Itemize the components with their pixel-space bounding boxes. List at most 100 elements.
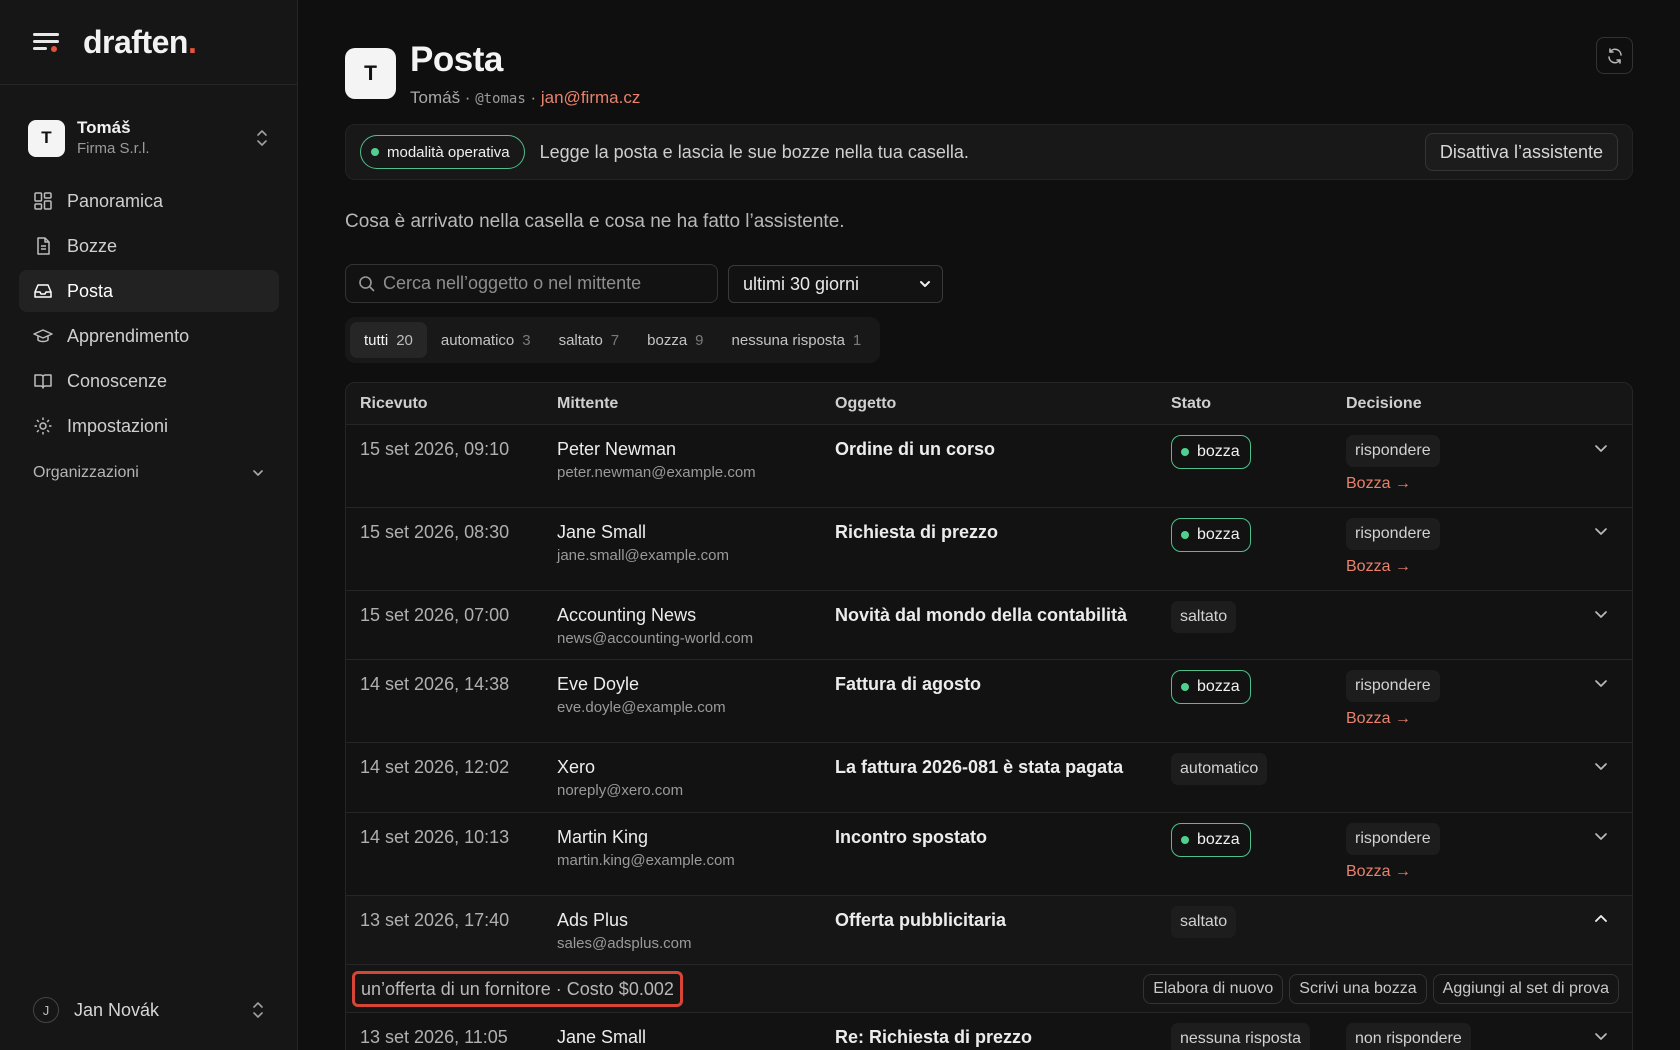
header-handle: @tomas xyxy=(475,91,526,107)
column-mittente[interactable]: Mittente xyxy=(557,395,618,413)
chevron-down-icon[interactable] xyxy=(1592,674,1610,692)
draft-link[interactable]: Bozza → xyxy=(1346,710,1411,728)
sidebar-item-label: Bozze xyxy=(67,235,118,256)
sender-name: Eve Doyle xyxy=(557,674,640,694)
header-subtitle: Tomáš · @tomas · jan@firma.cz xyxy=(410,88,641,107)
sender-name: Peter Newman xyxy=(557,439,677,459)
received-date: 15 set 2026, 08:30 xyxy=(360,522,510,542)
status-filter-tabs: tutti 20 automatico 3 saltato 7 bozza 9 ness… xyxy=(345,317,881,363)
received-date: 15 set 2026, 09:10 xyxy=(360,439,510,459)
table-row[interactable]: 15 set 2026, 07:00 Accounting News news@… xyxy=(346,591,1632,660)
tab-saltato[interactable]: saltato 7 xyxy=(545,322,634,358)
sender-name: Xero xyxy=(557,757,596,777)
header-name: Tomáš xyxy=(410,88,461,107)
sidebar-item-impostazioni[interactable]: Impostazioni xyxy=(19,405,279,447)
sidebar-nav: Panoramica Bozze Posta Apprendimento Con… xyxy=(19,180,279,450)
chevron-down-icon[interactable] xyxy=(1592,757,1610,775)
sidebar-header: draften. xyxy=(0,0,297,85)
table-row[interactable]: 13 set 2026, 11:05 Jane Small Re: Richie… xyxy=(346,1013,1632,1050)
table-row[interactable]: 14 set 2026, 12:02 Xero noreply@xero.com… xyxy=(346,743,1632,813)
search-input[interactable] xyxy=(383,273,717,294)
chevron-down-icon[interactable] xyxy=(1592,827,1610,845)
banner-text: Legge la posta e lascia le sue bozze nel… xyxy=(539,141,969,162)
tab-nessuna-risposta[interactable]: nessuna risposta 1 xyxy=(718,322,876,358)
sidebar-item-panoramica[interactable]: Panoramica xyxy=(19,180,279,222)
chevron-down-icon[interactable] xyxy=(1592,605,1610,623)
status-badge: saltato xyxy=(1171,601,1237,633)
draft-link[interactable]: Bozza → xyxy=(1346,558,1411,576)
column-decisione[interactable]: Decisione xyxy=(1346,395,1422,413)
sidebar-item-label: Posta xyxy=(67,280,114,301)
logo[interactable]: draften. xyxy=(83,24,197,61)
sidebar-item-label: Apprendimento xyxy=(67,325,190,346)
add-to-test-set-button[interactable]: Aggiungi al set di prova xyxy=(1432,974,1619,1004)
sender-email: jane.small@example.com xyxy=(557,547,729,564)
sender-email: noreply@xero.com xyxy=(557,782,684,799)
received-date: 13 set 2026, 17:40 xyxy=(360,910,510,930)
assistant-banner: modalità operativa Legge la posta e lasc… xyxy=(345,124,1633,180)
classification-summary: un’offerta di un fornitore · Costo $0.00… xyxy=(352,971,683,1007)
tab-tutti[interactable]: tutti 20 xyxy=(350,322,427,358)
dashboard-icon xyxy=(34,192,52,210)
header-email[interactable]: jan@firma.cz xyxy=(541,88,640,107)
sender-email: news@accounting-world.com xyxy=(557,630,754,647)
period-select[interactable]: ultimi 30 giorni xyxy=(728,265,943,303)
sender-name: Accounting News xyxy=(557,605,697,625)
sidebar-item-label: Conoscenze xyxy=(67,370,168,391)
gear-icon xyxy=(34,417,52,435)
table-row[interactable]: 14 set 2026, 14:38 Eve Doyle eve.doyle@e… xyxy=(346,660,1632,743)
tab-automatico[interactable]: automatico 3 xyxy=(427,322,545,358)
sender-name: Ads Plus xyxy=(557,910,629,930)
column-ricevuto[interactable]: Ricevuto xyxy=(360,395,428,413)
sidebar-item-posta[interactable]: Posta xyxy=(19,270,279,312)
decision-tag: rispondere xyxy=(1346,435,1440,467)
chevron-down-icon xyxy=(920,281,930,287)
account-org: Firma S.r.l. xyxy=(77,140,150,157)
write-draft-button[interactable]: Scrivi una bozza xyxy=(1289,974,1427,1004)
table-header: Ricevuto Mittente Oggetto Stato Decision… xyxy=(346,383,1632,425)
disable-assistant-button[interactable]: Disattiva l’assistente xyxy=(1424,133,1618,171)
draft-link[interactable]: Bozza → xyxy=(1346,863,1411,881)
table-row-expanded[interactable]: 13 set 2026, 17:40 Ads Plus sales@adsplu… xyxy=(346,896,1632,965)
header-avatar: T xyxy=(345,48,396,99)
chevron-down-icon[interactable] xyxy=(1592,1027,1610,1045)
column-stato[interactable]: Stato xyxy=(1171,395,1211,413)
table-row[interactable]: 14 set 2026, 10:13 Martin King martin.ki… xyxy=(346,813,1632,896)
mail-table: Ricevuto Mittente Oggetto Stato Decision… xyxy=(345,382,1633,1050)
tab-bozza[interactable]: bozza 9 xyxy=(633,322,717,358)
document-icon xyxy=(37,237,50,255)
sidebar-item-apprendimento[interactable]: Apprendimento xyxy=(19,315,279,357)
chevron-down-icon[interactable] xyxy=(1592,522,1610,540)
sidebar-item-conoscenze[interactable]: Conoscenze xyxy=(19,360,279,402)
status-badge: bozza xyxy=(1171,435,1251,469)
status-badge: saltato xyxy=(1171,906,1237,938)
table-row[interactable]: 15 set 2026, 08:30 Jane Small jane.small… xyxy=(346,508,1632,591)
subject: Offerta pubblicitaria xyxy=(835,910,1007,930)
menu-icon[interactable] xyxy=(33,31,59,53)
book-icon xyxy=(34,374,52,389)
chevron-up-icon[interactable] xyxy=(1592,910,1610,928)
sidebar-item-bozze[interactable]: Bozze xyxy=(19,225,279,267)
chevron-down-icon[interactable] xyxy=(1592,439,1610,457)
column-oggetto[interactable]: Oggetto xyxy=(835,395,896,413)
refresh-icon xyxy=(1607,47,1622,64)
table-row[interactable]: 15 set 2026, 09:10 Peter Newman peter.ne… xyxy=(346,425,1632,508)
organizations-label: Organizzazioni xyxy=(33,464,139,481)
organizations-toggle[interactable]: Organizzazioni xyxy=(33,464,265,482)
user-avatar: J xyxy=(33,997,59,1023)
subject: Richiesta di prezzo xyxy=(835,522,999,542)
refresh-button[interactable] xyxy=(1596,37,1633,74)
reprocess-button[interactable]: Elabora di nuovo xyxy=(1143,974,1284,1004)
received-date: 15 set 2026, 07:00 xyxy=(360,605,510,625)
account-switcher[interactable]: T Tomáš Firma S.r.l. xyxy=(28,114,269,162)
search-box xyxy=(345,264,718,303)
draft-link[interactable]: Bozza → xyxy=(1346,475,1411,493)
sender-name: Martin King xyxy=(557,827,649,847)
account-avatar: T xyxy=(28,119,65,157)
decision-tag: non rispondere xyxy=(1346,1023,1471,1050)
page-title: Posta xyxy=(410,40,503,79)
user-menu[interactable]: J Jan Novák xyxy=(33,992,265,1028)
sidebar-item-label: Panoramica xyxy=(67,190,164,211)
decision-tag: rispondere xyxy=(1346,823,1440,855)
status-badge: nessuna risposta xyxy=(1171,1023,1310,1050)
